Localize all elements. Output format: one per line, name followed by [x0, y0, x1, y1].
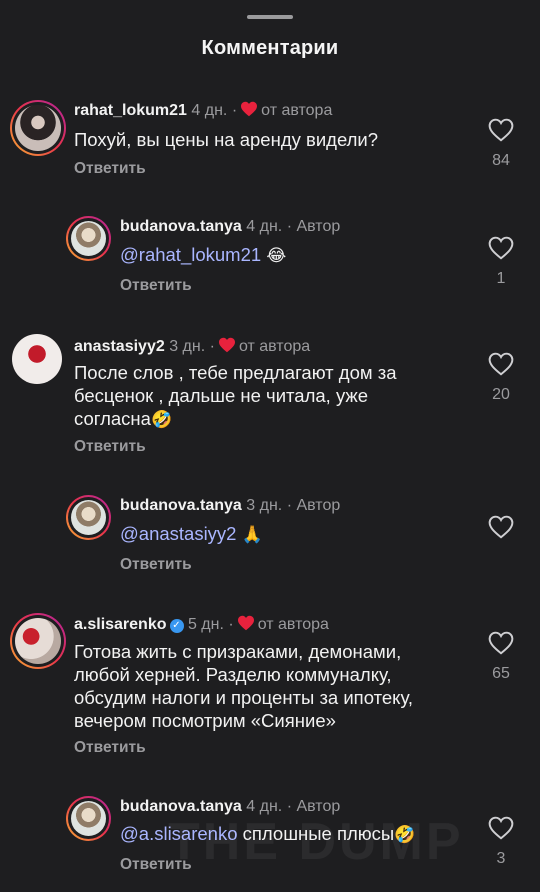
sheet-title: Комментарии — [201, 37, 339, 59]
comment-username[interactable]: a.slisarenko — [74, 616, 167, 633]
comment-text: @rahat_lokum21 😂 — [120, 243, 286, 268]
comment-text: Похуй, вы цены на аренду видели? — [74, 129, 379, 150]
comment-time: 3 дн. — [169, 338, 206, 355]
comment-username[interactable]: anastasiyy2 — [74, 338, 165, 355]
drag-handle[interactable] — [247, 15, 293, 19]
author-badge: Автор — [296, 497, 341, 514]
reply-button[interactable]: Ответить — [120, 556, 192, 574]
author-badge: Автор — [296, 218, 341, 235]
like-control: 1 — [486, 236, 516, 288]
like-count: 84 — [492, 152, 510, 169]
author-like-label: от автора — [261, 102, 333, 119]
like-control — [486, 515, 516, 539]
comment-username[interactable]: budanova.tanya — [120, 497, 242, 514]
reply-button[interactable]: Ответить — [120, 277, 192, 295]
reply-button[interactable]: Ответить — [74, 739, 146, 757]
like-count: 20 — [492, 386, 510, 403]
reply-button[interactable]: Ответить — [74, 438, 146, 456]
heart-outline-icon[interactable] — [488, 515, 514, 539]
like-control: 84 — [486, 118, 516, 170]
heart-outline-icon[interactable] — [488, 631, 514, 655]
comment-time: 5 дн. — [187, 616, 224, 633]
comment-time: 4 дн. — [246, 218, 283, 235]
rolling-laughing-emoji: 🤣 — [150, 410, 173, 430]
comment-text: Готова жить с призраками, демонами, любо… — [74, 641, 413, 731]
avatar[interactable] — [12, 334, 62, 384]
like-control: 20 — [486, 352, 516, 404]
user-mention-link[interactable]: @rahat_lokum21 — [120, 244, 261, 265]
laughing-emoji: 😂 — [266, 246, 287, 266]
avatar[interactable] — [66, 216, 111, 261]
like-control: 65 — [486, 631, 516, 683]
comment-time: 4 дн. — [191, 102, 228, 119]
comment-text: После слов , тебе предлагают дом за бесц… — [74, 362, 397, 430]
heart-outline-icon[interactable] — [488, 118, 514, 142]
author-like-label: от автора — [238, 338, 311, 355]
like-control: 3 — [486, 816, 516, 868]
watermark: THE DUMP — [168, 813, 464, 871]
author-liked-heart-icon — [218, 337, 235, 353]
like-count: 3 — [496, 850, 506, 867]
heart-outline-icon[interactable] — [488, 236, 514, 260]
verified-badge-icon: ✓ — [169, 619, 184, 633]
comment-username[interactable]: budanova.tanya — [120, 218, 242, 235]
heart-outline-icon[interactable] — [488, 352, 514, 376]
comments-sheet: Комментарии rahat_lokum21 4 дн. · от авто… — [0, 0, 540, 892]
comment-time: 3 дн. — [246, 497, 283, 514]
avatar[interactable] — [66, 796, 111, 841]
author-liked-heart-icon — [237, 615, 254, 631]
avatar[interactable] — [10, 100, 66, 156]
user-mention-link[interactable]: @anastasiyy2 — [120, 523, 236, 544]
author-like-label: от автора — [257, 616, 329, 633]
heart-outline-icon[interactable] — [488, 816, 514, 840]
reply-button[interactable]: Ответить — [74, 160, 146, 178]
comment-username[interactable]: rahat_lokum21 — [74, 102, 187, 119]
praying-hands-emoji: 🙏 — [241, 525, 263, 545]
author-liked-heart-icon — [241, 101, 258, 117]
like-count: 1 — [496, 270, 506, 287]
avatar[interactable] — [66, 495, 111, 540]
comment-text: @anastasiyy2 🙏 — [120, 522, 263, 547]
avatar[interactable] — [10, 613, 66, 669]
like-count: 65 — [492, 665, 510, 682]
